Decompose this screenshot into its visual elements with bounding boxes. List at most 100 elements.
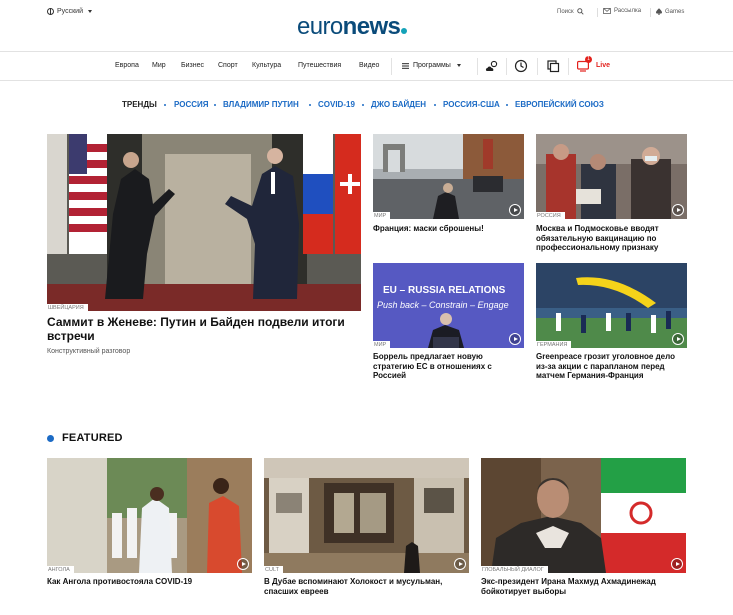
nav-item-europe[interactable]: Европа [115, 62, 139, 69]
featured-headline[interactable]: Экс-президент Ирана Махмуд Ахмадинежад б… [481, 577, 686, 596]
banner-title: EU – RUSSIA RELATIONS [383, 285, 506, 296]
separator-dot [309, 104, 311, 106]
clock-icon [514, 59, 528, 73]
featured-image-dubai[interactable]: CULT [264, 458, 469, 573]
spade-icon [656, 8, 662, 15]
nav-divider [477, 58, 478, 75]
story-tag: РОССИЯ [536, 212, 565, 219]
newsletter-button[interactable]: Рассылка [597, 8, 642, 17]
trend-biden[interactable]: ДЖО БАЙДЕН [371, 100, 426, 109]
language-label: Русский [57, 8, 83, 15]
play-icon [509, 204, 521, 216]
chevron-down-icon [87, 10, 92, 13]
story-image-moscow[interactable]: РОССИЯ [536, 134, 687, 219]
section-bullet [47, 435, 54, 442]
nav-item-video[interactable]: Видео [359, 62, 379, 69]
trend-russia-usa[interactable]: РОССИЯ-США [443, 100, 500, 109]
newspaper-button[interactable] [546, 59, 560, 73]
featured-heading: FEATURED [62, 432, 123, 444]
trend-russia[interactable]: РОССИЯ [174, 100, 209, 109]
menu-icon [402, 62, 409, 69]
copy-icon [547, 60, 560, 73]
chevron-down-icon [456, 64, 461, 67]
metro-passengers-photo [536, 134, 687, 219]
separator-dot [434, 104, 436, 106]
top-bar: Русский euronews Поиск Рассылка Games [0, 0, 733, 52]
nav-item-sport[interactable]: Спорт [218, 62, 238, 69]
featured-image-angola[interactable]: АНГОЛА [47, 458, 252, 573]
divider [597, 8, 598, 17]
featured-image-iran[interactable]: ГЛОБАЛЬНЫЙ ДИАЛОГ [481, 458, 686, 573]
story-tag: ГЕРМАНИЯ [536, 341, 572, 348]
top-story-tag: ШВЕЙЦАРИЯ [47, 304, 88, 311]
mail-icon [603, 8, 611, 14]
nav-divider [537, 58, 538, 75]
story-image-borrell[interactable]: EU – RUSSIA RELATIONS Push back – Constr… [373, 263, 524, 348]
nav-item-world[interactable]: Мир [152, 62, 166, 69]
stadium-paraglider-photo [536, 263, 687, 348]
nav-divider [568, 58, 569, 75]
weather-button[interactable] [485, 59, 499, 73]
logo-dot [401, 28, 408, 34]
banner-subtitle: Push back – Constrain – Engage [377, 300, 509, 310]
newsletter-label: Рассылка [614, 8, 642, 14]
search-icon [576, 8, 584, 15]
live-button[interactable]: 1 Live [577, 56, 613, 73]
story-headline[interactable]: Франция: маски сброшены! [373, 224, 524, 234]
story-headline[interactable]: Москва и Подмосковье вводят обязательную… [536, 224, 687, 253]
separator-dot [362, 104, 364, 106]
story-headline[interactable]: Боррель предлагает новую стратегию ЕС в … [373, 352, 503, 381]
top-story-headline[interactable]: Саммит в Женеве: Путин и Байден подвели … [47, 315, 361, 344]
play-icon [237, 558, 249, 570]
top-story-subtitle: Конструктивный разговор [47, 348, 131, 355]
nav-divider [506, 58, 507, 75]
divider [650, 8, 651, 17]
nav-divider [391, 58, 392, 75]
featured-tag: CULT [264, 566, 283, 573]
nav-item-culture[interactable]: Культура [252, 62, 281, 69]
live-count-badge: 1 [585, 56, 592, 63]
trend-putin[interactable]: ВЛАДИМИР ПУТИН [223, 100, 299, 109]
play-icon [454, 558, 466, 570]
paris-street-photo [373, 134, 524, 219]
top-story-image[interactable]: ШВЕЙЦАРИЯ [47, 134, 361, 311]
featured-headline[interactable]: Как Ангола противостояла COVID-19 [47, 577, 252, 587]
featured-tag: АНГОЛА [47, 566, 74, 573]
nav-item-travel[interactable]: Путешествия [298, 62, 341, 69]
games-button[interactable]: Games [650, 8, 684, 17]
featured-tag: ГЛОБАЛЬНЫЙ ДИАЛОГ [481, 566, 548, 573]
logo-text-bold: news [342, 13, 401, 40]
search-button[interactable]: Поиск [557, 8, 584, 15]
search-label: Поиск [557, 8, 574, 15]
story-tag: МИР [373, 212, 391, 219]
ahmadinejad-interview-photo [481, 458, 686, 573]
play-icon [671, 558, 683, 570]
museum-exhibit-photo [264, 458, 469, 573]
logo-text-light: euro [297, 13, 343, 40]
nav-item-business[interactable]: Бизнес [181, 62, 204, 69]
programs-menu[interactable]: Программы [402, 62, 461, 69]
borrell-press-photo: EU – RUSSIA RELATIONS Push back – Constr… [373, 263, 524, 348]
story-headline[interactable]: Greenpeace грозит уголовное дело из-за а… [536, 352, 687, 381]
trend-covid[interactable]: COVID-19 [318, 100, 355, 109]
putin-biden-photo [47, 134, 361, 311]
play-icon [672, 333, 684, 345]
trends-heading: ТРЕНДЫ [122, 100, 157, 109]
trends-bar: ТРЕНДЫ РОССИЯ ВЛАДИМИР ПУТИН COVID-19 ДЖ… [0, 100, 733, 112]
story-tag: МИР [373, 341, 391, 348]
story-image-greenpeace[interactable]: ГЕРМАНИЯ [536, 263, 687, 348]
angola-health-workers-photo [47, 458, 252, 573]
separator-dot [506, 104, 508, 106]
programs-label: Программы [413, 62, 451, 69]
main-nav: Европа Мир Бизнес Спорт Культура Путешес… [0, 52, 733, 81]
latest-news-button[interactable] [514, 59, 528, 73]
globe-icon [47, 8, 54, 15]
separator-dot [164, 104, 166, 106]
language-selector[interactable]: Русский [47, 8, 92, 15]
separator-dot [214, 104, 216, 106]
story-image-france[interactable]: МИР [373, 134, 524, 219]
featured-headline[interactable]: В Дубае вспоминают Холокост и мусульман,… [264, 577, 469, 596]
euronews-logo[interactable]: euronews [297, 13, 408, 41]
play-icon [509, 333, 521, 345]
trend-eu[interactable]: ЕВРОПЕЙСКИЙ СОЮЗ [515, 100, 604, 109]
